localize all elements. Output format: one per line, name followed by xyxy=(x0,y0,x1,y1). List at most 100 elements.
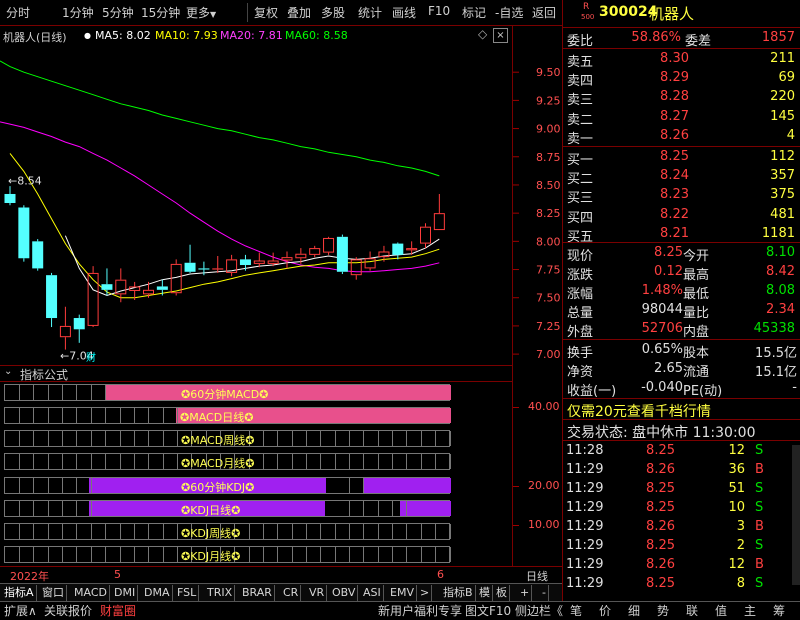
status-right-1[interactable]: 价 xyxy=(599,603,611,620)
indicator-cell xyxy=(164,431,178,446)
indicator-cell xyxy=(107,431,121,446)
indicator-cell xyxy=(6,547,20,562)
tab-5[interactable]: FSL xyxy=(175,585,200,601)
indicator-cell xyxy=(121,431,135,446)
stat-value: 15.1亿 xyxy=(755,365,797,380)
tb-fuquan[interactable]: 复权 xyxy=(254,4,278,21)
tb-huaxian[interactable]: 画线 xyxy=(392,4,416,21)
indicator-tick xyxy=(513,486,519,487)
tab-0[interactable]: 指标A xyxy=(2,585,37,601)
tab-13[interactable]: > xyxy=(418,585,433,601)
tab-17[interactable]: + xyxy=(518,585,533,601)
indicator-cell xyxy=(135,524,150,539)
diamond-icon[interactable]: ◇ xyxy=(478,27,487,41)
indicator-row[interactable]: ✪60分钟KDJ✪ xyxy=(4,477,451,494)
indicator-row[interactable]: ✪KDJ周线✪ xyxy=(4,523,451,540)
status-left-2[interactable]: 财富圈 xyxy=(100,603,136,620)
indicator-cell xyxy=(78,547,92,562)
indicator-cell xyxy=(150,431,164,446)
tab-12[interactable]: EMV xyxy=(388,585,417,601)
tab-18[interactable]: - xyxy=(540,585,549,601)
indicator-cell xyxy=(20,478,35,493)
tb-fenshi[interactable]: 分时 xyxy=(6,4,30,21)
status-right-0[interactable]: 笔 xyxy=(570,603,582,620)
indicator-row[interactable]: ✪MACD月线✪ xyxy=(4,453,451,470)
indicator-cell xyxy=(6,408,20,423)
indicator-cell xyxy=(379,524,394,539)
status-mid-1[interactable]: 图文F10 xyxy=(465,603,511,620)
tb-diejia[interactable]: 叠加 xyxy=(287,4,311,21)
tick-time: 11:29 xyxy=(566,557,604,572)
candle-body xyxy=(32,241,44,269)
price-tick-label: 8.00 xyxy=(536,235,561,248)
tb-f10[interactable]: F10 xyxy=(428,4,450,18)
tb-zixuan[interactable]: -自选 xyxy=(495,4,523,21)
status-right-5[interactable]: 值 xyxy=(715,603,727,620)
indicator-cell xyxy=(78,524,92,539)
indicator-row[interactable]: ✪KDJ日线✪ xyxy=(4,500,451,517)
status-right-6[interactable]: 主 xyxy=(744,603,756,620)
indicator-cell xyxy=(20,431,35,446)
status-right-4[interactable]: 联 xyxy=(686,603,698,620)
tb-more[interactable]: 更多▼ xyxy=(186,4,216,21)
tab-2[interactable]: MACD xyxy=(72,585,110,601)
status-right-3[interactable]: 势 xyxy=(657,603,669,620)
period-label[interactable]: 日线 xyxy=(526,568,548,584)
tb-biaoji[interactable]: 标记 xyxy=(462,4,486,21)
indicator-cell xyxy=(422,454,437,469)
book-label: 卖五 xyxy=(567,55,594,70)
stat-label: 流通 xyxy=(683,365,710,380)
tick-scrollbar[interactable] xyxy=(792,445,800,585)
tab-6[interactable]: TRIX xyxy=(205,585,236,601)
indicator-cell xyxy=(35,454,49,469)
status-right-7[interactable]: 筹 xyxy=(773,603,785,620)
indicator-cell xyxy=(350,501,365,516)
collapse-icon[interactable]: ⌄ xyxy=(4,366,12,377)
indicator-row[interactable]: ✪60分钟MACD✪ xyxy=(4,384,451,401)
month-5-label: 5 xyxy=(114,568,121,581)
close-icon[interactable]: × xyxy=(493,28,508,43)
indicator-header[interactable]: ⌄ 指标公式 xyxy=(0,365,512,382)
tb-duogu[interactable]: 多股 xyxy=(321,4,345,21)
tab-10[interactable]: OBV xyxy=(330,585,359,601)
status-left-1[interactable]: 关联报价 xyxy=(44,603,92,620)
tab-8[interactable]: CR xyxy=(281,585,302,601)
tb-back[interactable]: 返回 xyxy=(532,4,556,21)
price-axis: 9.50 9.25 9.00 8.75 8.50 8.25 8.00 7.75 7.50 7.25… xyxy=(513,66,561,361)
indicator-row[interactable]: ✪MACD周线✪ xyxy=(4,430,451,447)
indicator-cell xyxy=(264,431,279,446)
promo-banner[interactable]: 仅需20元查看千档行情 xyxy=(563,400,800,420)
tb-5min[interactable]: 5分钟 xyxy=(102,4,134,21)
indicator-row[interactable]: ✪MACD日线✪ xyxy=(4,407,451,424)
candle-body xyxy=(184,262,196,272)
status-mid-0[interactable]: 新用户福利专享 xyxy=(378,603,462,620)
status-right-2[interactable]: 细 xyxy=(628,603,640,620)
tab-9[interactable]: VR xyxy=(307,585,328,601)
tick-time: 11:28 xyxy=(566,443,604,458)
indicator-cell xyxy=(422,524,437,539)
status-left-0[interactable]: 扩展∧ xyxy=(4,603,37,620)
tab-16[interactable]: 板 xyxy=(494,585,510,601)
tb-tongji[interactable]: 统计 xyxy=(358,4,382,21)
price-tick-label: 7.50 xyxy=(536,292,561,305)
book-label: 卖一 xyxy=(567,131,594,147)
tb-1min[interactable]: 1分钟 xyxy=(62,4,94,21)
book-label: 买三 xyxy=(567,191,594,207)
kline-chart[interactable]: 9.50 9.25 9.00 8.75 8.50 8.25 8.00 7.75 7.50 7.25… xyxy=(0,44,562,364)
tab-11[interactable]: ASI xyxy=(361,585,384,601)
indicator-cell xyxy=(78,408,92,423)
tab-4[interactable]: DMA xyxy=(142,585,173,601)
indicator-cell xyxy=(408,454,422,469)
book-label: 买一 xyxy=(567,153,594,168)
indicator-cell xyxy=(49,454,63,469)
tab-15[interactable]: 模 xyxy=(477,585,493,601)
status-mid-2[interactable]: 侧边栏《 xyxy=(515,603,563,620)
tab-14[interactable]: 指标B xyxy=(441,585,476,601)
tb-15min[interactable]: 15分钟 xyxy=(141,4,180,21)
tab-7[interactable]: BRAR xyxy=(240,585,275,601)
indicator-cell xyxy=(279,547,293,562)
indicator-row[interactable]: ✪KDJ月线✪ xyxy=(4,546,451,563)
indicator-cell xyxy=(6,385,20,400)
tab-1[interactable]: 窗口 xyxy=(40,585,67,601)
tab-3[interactable]: DMI xyxy=(112,585,139,601)
